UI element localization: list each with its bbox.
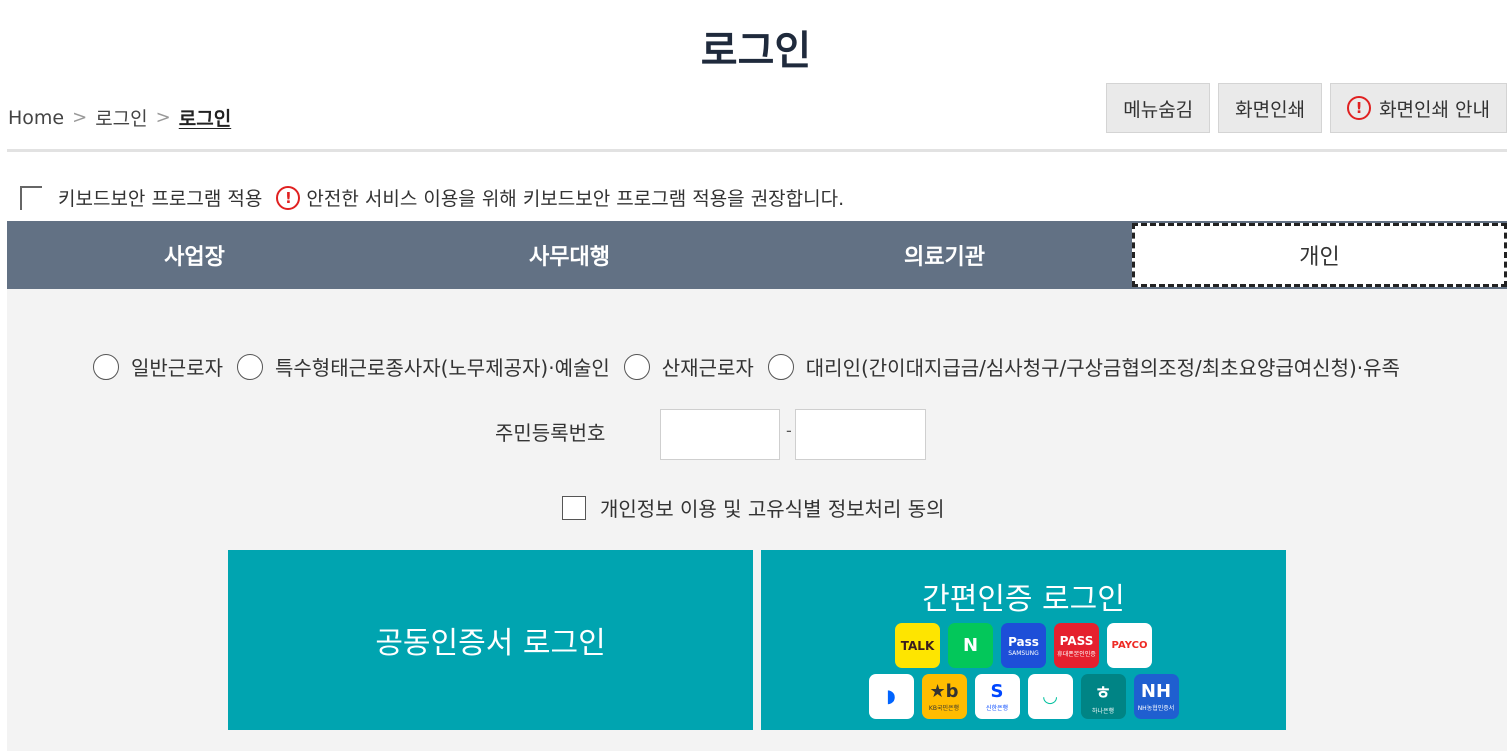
user-type-option[interactable]: 산재근로자: [623, 352, 754, 381]
user-type-option[interactable]: 대리인(간이대지급금/심사청구/구상금협의조정/최초요양급여신청)·유족: [767, 352, 1400, 381]
provider-mark: NH: [1140, 681, 1172, 702]
user-type-label: 산재근로자: [661, 356, 754, 380]
radio-button[interactable]: [93, 353, 119, 380]
resident-number-separator: -: [786, 421, 792, 440]
chevron-right-icon: >: [72, 107, 88, 128]
toss-icon[interactable]: ◗: [868, 674, 914, 719]
easy-auth-provider-row: TALK N Pass SAMSUNG PASS 휴대폰본인인증 PAYCO: [761, 623, 1286, 668]
breadcrumb-home[interactable]: Home: [8, 107, 64, 129]
provider-mark: ◡: [1043, 686, 1057, 707]
breadcrumb-login[interactable]: 로그인: [95, 104, 147, 131]
user-type-label: 대리인(간이대지급금/심사청구/구상금협의조정/최초요양급여신청)·유족: [805, 356, 1400, 380]
provider-mark: S: [990, 681, 1004, 702]
keyboard-security-label: 키보드보안 프로그램 적용: [58, 188, 263, 210]
privacy-agreement-row: 개인정보 이용 및 고유식별 정보처리 동의: [562, 493, 945, 522]
provider-mark: PASS: [1059, 633, 1094, 648]
keyboard-security-row: 키보드보안 프로그램 적용 ! 안전한 서비스 이용을 위해 키보드보안 프로그…: [20, 184, 844, 211]
certificate-login-button[interactable]: 공동인증서 로그인: [228, 550, 753, 730]
easy-auth-login-button[interactable]: 간편인증 로그인 TALK N Pass SAMSUNG PASS 휴대폰본인인증 PAYC…: [761, 550, 1286, 730]
naver-icon[interactable]: N: [948, 623, 993, 668]
user-type-option[interactable]: 특수형태근로종사자(노무제공자)·예술인: [237, 352, 610, 381]
resident-number-label: 주민등록번호: [495, 421, 606, 445]
page-title: 로그인: [700, 28, 812, 74]
provider-caption: 신한은행: [985, 705, 1009, 712]
shinhan-icon[interactable]: S 신한은행: [974, 674, 1020, 719]
easy-auth-provider-row: ◗ ★b KB국민은행 S 신한은행 ◡ ㅎ 하나은행 NH NH농협인증서: [761, 674, 1286, 719]
user-type-label: 일반근로자: [131, 356, 223, 380]
print-guide-button[interactable]: ! 화면인쇄 안내: [1330, 83, 1507, 133]
user-type-label: 특수형태근로종사자(노무제공자)·예술인: [275, 356, 610, 380]
resident-number-back-input[interactable]: [795, 409, 926, 460]
provider-caption: 하나은행: [1091, 707, 1115, 715]
provider-caption: SAMSUNG: [1008, 649, 1039, 657]
certificate-login-label: 공동인증서 로그인: [375, 626, 606, 661]
hana-icon[interactable]: ㅎ 하나은행: [1080, 674, 1126, 719]
individual-login-panel: 일반근로자 특수형태근로종사자(노무제공자)·예술인 산재근로자 대리인(간이대…: [7, 289, 1507, 751]
login-type-tabs: 사업장 사무대행 의료기관 개인: [7, 221, 1507, 289]
samsung-pass-icon[interactable]: Pass SAMSUNG: [1001, 623, 1046, 668]
provider-mark: N: [962, 635, 979, 656]
tab-agency[interactable]: 사무대행: [382, 221, 757, 289]
banksalad-icon[interactable]: ◡: [1027, 674, 1073, 719]
provider-mark: PAYCO: [1111, 640, 1148, 651]
provider-mark: Pass: [1008, 634, 1039, 649]
breadcrumb-current: 로그인: [178, 108, 232, 130]
provider-caption: KB국민은행: [928, 705, 960, 712]
print-guide-label: 화면인쇄 안내: [1379, 98, 1490, 121]
user-type-option[interactable]: 일반근로자: [93, 352, 223, 381]
keyboard-security-checkbox[interactable]: [20, 185, 42, 210]
provider-mark: ㅎ: [1094, 682, 1112, 704]
breadcrumb: Home > 로그인 > 로그인: [8, 104, 231, 131]
provider-mark: ◗: [886, 686, 896, 707]
tab-medical[interactable]: 의료기관: [757, 221, 1132, 289]
user-type-radio-group: 일반근로자 특수형태근로종사자(노무제공자)·예술인 산재근로자 대리인(간이대…: [93, 352, 1414, 381]
kb-icon[interactable]: ★b KB국민은행: [921, 674, 967, 719]
radio-button[interactable]: [237, 353, 263, 380]
kakaotalk-icon[interactable]: TALK: [895, 623, 940, 668]
alert-icon: !: [276, 185, 301, 210]
divider: [7, 149, 1507, 152]
top-button-group: 메뉴숨김 화면인쇄 ! 화면인쇄 안내: [1106, 83, 1507, 133]
nh-icon[interactable]: NH NH농협인증서: [1133, 674, 1179, 719]
alert-icon: !: [1347, 96, 1372, 120]
provider-caption: 휴대폰본인인증: [1057, 650, 1096, 658]
radio-button[interactable]: [767, 353, 794, 380]
provider-mark: TALK: [900, 638, 935, 653]
print-button[interactable]: 화면인쇄: [1218, 83, 1323, 133]
privacy-agreement-label: 개인정보 이용 및 고유식별 정보처리 동의: [600, 497, 945, 521]
login-page: 로그인 Home > 로그인 > 로그인 메뉴숨김 화면인쇄 ! 화면인쇄 안내…: [0, 0, 1512, 751]
provider-caption: NH농협인증서: [1137, 705, 1175, 712]
chevron-right-icon: >: [155, 107, 171, 128]
keyboard-security-notice: 안전한 서비스 이용을 위해 키보드보안 프로그램 적용을 권장합니다.: [306, 188, 845, 210]
pass-icon[interactable]: PASS 휴대폰본인인증: [1054, 623, 1099, 668]
tab-business[interactable]: 사업장: [7, 221, 382, 289]
payco-icon[interactable]: PAYCO: [1107, 623, 1152, 668]
hide-menu-button[interactable]: 메뉴숨김: [1106, 83, 1211, 133]
tab-individual[interactable]: 개인: [1132, 223, 1507, 287]
privacy-agreement-checkbox[interactable]: [562, 495, 586, 520]
easy-auth-login-label: 간편인증 로그인: [922, 582, 1125, 617]
radio-button[interactable]: [623, 353, 650, 380]
resident-number-front-input[interactable]: [660, 409, 780, 460]
provider-mark: ★b: [929, 681, 959, 702]
